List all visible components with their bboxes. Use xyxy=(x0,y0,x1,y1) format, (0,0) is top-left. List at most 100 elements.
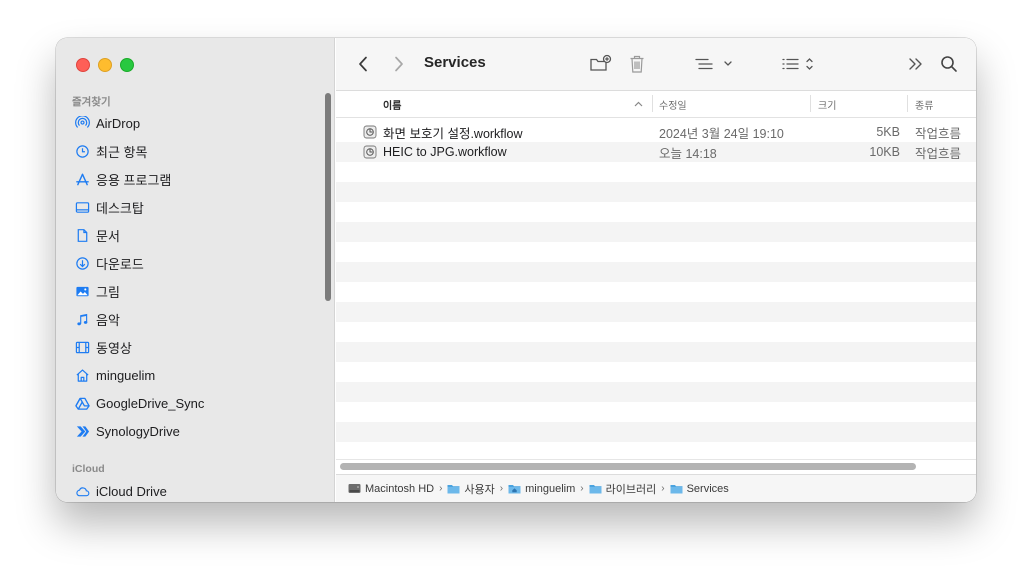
file-modified: 오늘 14:18 xyxy=(659,146,717,161)
column-size[interactable]: 크기 xyxy=(818,91,836,117)
toolbar: Services xyxy=(336,38,976,91)
sidebar-item-label: iCloud Drive xyxy=(96,483,167,499)
sidebar-item-downloads[interactable]: 다운로드 xyxy=(74,251,144,275)
search-icon xyxy=(941,56,957,72)
sidebar-item-label: 최근 항목 xyxy=(96,144,148,160)
chevron-right-icon xyxy=(395,56,403,72)
folder-icon xyxy=(589,485,602,494)
icloud-icon xyxy=(74,483,90,499)
column-divider[interactable] xyxy=(907,95,908,112)
empty-row xyxy=(336,342,976,362)
empty-row xyxy=(336,362,976,382)
home-folder-icon xyxy=(508,485,521,494)
file-list: 화면 보호기 설정.workflow 2024년 3월 24일 19:10 5K… xyxy=(336,122,976,462)
sidebar-item-label: AirDrop xyxy=(96,115,141,131)
sidebar-item-home[interactable]: minguelim xyxy=(74,363,155,387)
sidebar-item-label: 다운로드 xyxy=(96,256,144,272)
overflow-button[interactable] xyxy=(906,54,926,74)
column-kind[interactable]: 종류 xyxy=(915,91,933,117)
download-icon xyxy=(74,255,90,271)
file-name: 화면 보호기 설정.workflow xyxy=(383,126,523,141)
search-button[interactable] xyxy=(938,53,960,75)
sidebar-item-documents[interactable]: 문서 xyxy=(74,223,120,247)
window-title: Services xyxy=(424,54,486,71)
sidebar-scrollbar[interactable] xyxy=(325,93,331,301)
path-separator-icon: › xyxy=(580,483,584,494)
minimize-button[interactable] xyxy=(98,58,112,72)
chevron-left-icon xyxy=(359,56,367,72)
sidebar-item-movies[interactable]: 동영상 xyxy=(74,335,132,359)
path-item-label: 라이브러리 xyxy=(605,483,657,496)
table-row[interactable]: HEIC to JPG.workflow 오늘 14:18 10KB 작업흐름 xyxy=(336,142,976,162)
column-name[interactable]: 이름 xyxy=(383,91,401,117)
empty-row xyxy=(336,242,976,262)
table-row[interactable]: 화면 보호기 설정.workflow 2024년 3월 24일 19:10 5K… xyxy=(336,122,976,142)
column-header: 이름 수정일 크기 종류 xyxy=(336,91,976,118)
sidebar-item-label: GoogleDrive_Sync xyxy=(96,395,205,411)
favorites-header: 즐겨찾기 xyxy=(72,96,111,108)
back-button[interactable] xyxy=(354,54,372,74)
group-menu-button[interactable] xyxy=(692,55,736,73)
icloud-header: iCloud xyxy=(72,463,105,475)
file-kind: 작업흐름 xyxy=(915,126,962,141)
path-item-users[interactable]: 사용자 xyxy=(447,481,495,497)
list-view-icon xyxy=(782,58,813,70)
sidebar-item-label: SynologyDrive xyxy=(96,423,180,439)
empty-row xyxy=(336,222,976,242)
sidebar-item-recents[interactable]: 최근 항목 xyxy=(74,139,147,163)
empty-row xyxy=(336,402,976,422)
horizontal-scrollbar[interactable] xyxy=(340,463,916,470)
close-button[interactable] xyxy=(76,58,90,72)
desktop-icon xyxy=(74,199,90,215)
sidebar-item-airdrop[interactable]: AirDrop xyxy=(74,111,140,135)
sidebar-item-synologydrive[interactable]: SynologyDrive xyxy=(74,419,180,443)
path-item-label: Macintosh HD xyxy=(365,482,435,495)
sidebar-item-applications[interactable]: 응용 프로그램 xyxy=(74,167,171,191)
path-item-label: minguelim xyxy=(525,482,576,495)
path-item-home[interactable]: minguelim xyxy=(508,483,575,495)
column-divider[interactable] xyxy=(810,95,811,112)
column-modified[interactable]: 수정일 xyxy=(659,91,687,117)
path-separator-icon: › xyxy=(439,483,443,494)
trash-button[interactable] xyxy=(626,52,648,76)
path-item-library[interactable]: 라이브러리 xyxy=(589,481,657,497)
sidebar-item-music[interactable]: 음악 xyxy=(74,307,120,331)
main-area: Services 이름 수정일 크기 종류 화면 보호기 설정.workflow… xyxy=(336,38,976,502)
sidebar-item-label: 음악 xyxy=(96,312,120,328)
zoom-button[interactable] xyxy=(120,58,134,72)
empty-row xyxy=(336,262,976,282)
column-divider[interactable] xyxy=(652,95,653,112)
empty-row xyxy=(336,302,976,322)
applications-icon xyxy=(74,171,90,187)
sidebar-item-label: 데스크탑 xyxy=(96,200,144,216)
folder-icon xyxy=(447,485,460,494)
sidebar-item-icloud-drive[interactable]: iCloud Drive xyxy=(74,479,167,502)
new-folder-button[interactable] xyxy=(588,53,614,75)
path-item-label: 사용자 xyxy=(464,483,495,496)
empty-row xyxy=(336,182,976,202)
view-options-button[interactable] xyxy=(780,55,820,73)
sidebar-item-label: 동영상 xyxy=(96,340,132,356)
sort-chevron-up-icon[interactable] xyxy=(634,91,643,117)
hard-drive-icon xyxy=(348,484,361,493)
sidebar-item-pictures[interactable]: 그림 xyxy=(74,279,120,303)
path-item-macintosh-hd[interactable]: Macintosh HD xyxy=(348,483,434,495)
empty-row xyxy=(336,322,976,342)
empty-row xyxy=(336,382,976,402)
sidebar-item-label: 문서 xyxy=(96,228,120,244)
folder-icon xyxy=(670,485,683,494)
forward-button[interactable] xyxy=(390,54,408,74)
home-icon xyxy=(74,367,90,383)
workflow-icon xyxy=(363,125,377,142)
synology-drive-icon xyxy=(74,423,90,439)
empty-row xyxy=(336,422,976,442)
photo-icon xyxy=(74,283,90,299)
path-item-services[interactable]: Services xyxy=(670,483,729,495)
sidebar-item-desktop[interactable]: 데스크탑 xyxy=(74,195,144,219)
group-list-icon xyxy=(695,58,732,70)
sidebar-item-label: minguelim xyxy=(96,367,156,383)
file-kind: 작업흐름 xyxy=(915,146,962,161)
sidebar: 즐겨찾기 AirDrop 최근 항목 응용 프로그램 데스크탑 문서 다운로드 … xyxy=(56,38,335,502)
sidebar-item-googledrive[interactable]: GoogleDrive_Sync xyxy=(74,391,204,415)
finder-window: 즐겨찾기 AirDrop 최근 항목 응용 프로그램 데스크탑 문서 다운로드 … xyxy=(56,38,976,502)
